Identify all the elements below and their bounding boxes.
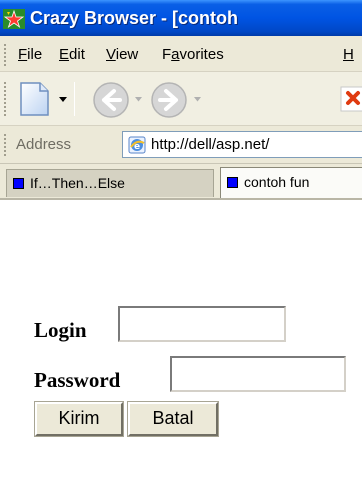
page-content: Login Password Kirim Batal (0, 202, 362, 483)
stop-icon[interactable] (340, 86, 362, 112)
menu-view[interactable]: View (106, 46, 138, 63)
address-label: Address (16, 136, 72, 153)
submit-button[interactable]: Kirim (34, 401, 124, 437)
tab-marker-icon (13, 178, 24, 189)
tab-label: contoh fun (244, 174, 310, 190)
menu-bar: File Edit View Favorites H (0, 36, 362, 72)
address-bar: Address e http://dell/asp.net/ (0, 126, 362, 164)
tab-label: If…Then…Else (30, 175, 125, 191)
ie-page-icon: e (128, 136, 146, 154)
new-page-dropdown-icon[interactable] (58, 96, 68, 104)
app-icon (3, 9, 25, 29)
svg-text:e: e (134, 142, 140, 152)
password-input[interactable] (170, 356, 346, 392)
login-label: Login (34, 318, 87, 342)
new-page-icon[interactable] (16, 80, 52, 118)
tab-contoh-fun[interactable]: contoh fun (220, 167, 362, 198)
tab-marker-icon (227, 177, 238, 188)
menu-edit[interactable]: Edit (59, 46, 85, 63)
toolbar-separator (74, 82, 75, 116)
toolbar (0, 72, 362, 126)
menu-favorites[interactable]: Favorites (162, 46, 224, 63)
tab-if-then-else[interactable]: If…Then…Else (6, 169, 214, 197)
address-input[interactable]: e http://dell/asp.net/ (122, 131, 362, 158)
login-input[interactable] (118, 306, 286, 342)
menu-file[interactable]: File (18, 46, 42, 63)
menu-help[interactable]: H (343, 46, 354, 63)
forward-icon[interactable] (150, 81, 188, 119)
forward-dropdown-icon[interactable] (193, 96, 202, 103)
toolbar-grip[interactable] (4, 82, 6, 116)
title-bar[interactable]: Crazy Browser - [contoh (0, 0, 362, 36)
back-dropdown-icon[interactable] (134, 96, 143, 103)
window-title: Crazy Browser - [contoh (30, 8, 239, 28)
cancel-button[interactable]: Batal (127, 401, 219, 437)
tab-strip: If…Then…Else contoh fun (0, 164, 362, 200)
address-url: http://dell/asp.net/ (151, 136, 270, 153)
menubar-grip[interactable] (4, 44, 6, 66)
back-icon[interactable] (92, 81, 130, 119)
password-label: Password (34, 368, 121, 392)
addressbar-grip[interactable] (4, 134, 6, 156)
